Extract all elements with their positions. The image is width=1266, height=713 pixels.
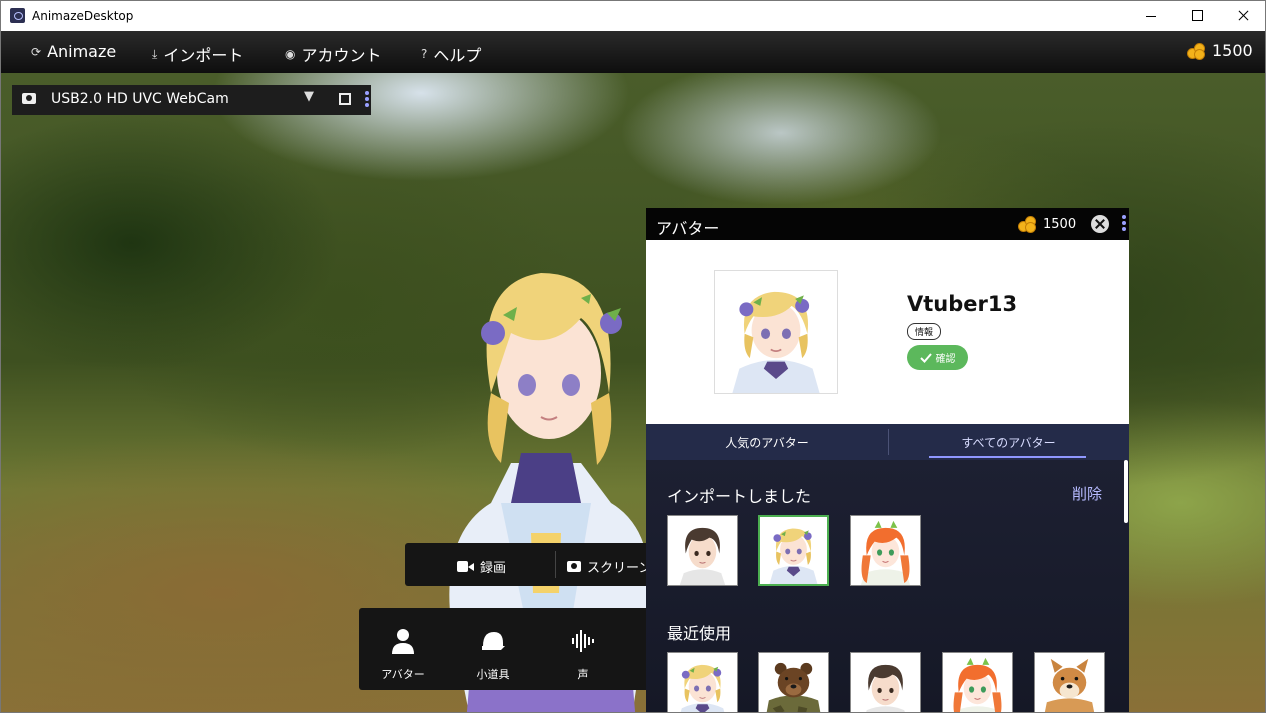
menu-label: インポート — [163, 46, 244, 65]
window-titlebar: AnimazeDesktop — [1, 1, 1265, 31]
coin-count: 1500 — [1043, 216, 1077, 232]
voice-wave-icon — [572, 630, 594, 652]
toolbar-props-button[interactable]: 小道具 — [449, 608, 537, 690]
coin-count: 1500 — [1212, 41, 1253, 60]
record-button[interactable]: 録画 — [457, 557, 506, 576]
confirm-label: 確認 — [935, 354, 956, 365]
menu-help[interactable]: ? ヘルプ — [421, 42, 481, 66]
menu-account[interactable]: ◉ アカウント — [285, 42, 382, 66]
toolbar-label: 小道具 — [476, 668, 510, 681]
shiba-dog-avatar[interactable] — [1034, 652, 1105, 712]
cap-icon — [482, 632, 505, 650]
maximize-button[interactable] — [1174, 1, 1220, 31]
divider — [555, 551, 556, 578]
orange-hair-girl-avatar[interactable] — [942, 652, 1013, 712]
toolbar-label: アバター — [381, 668, 425, 681]
tab-popular-avatars[interactable]: 人気のアバター — [646, 424, 888, 460]
video-camera-icon — [457, 561, 474, 572]
app-window: AnimazeDesktop ⟳ Animaze ⤓ インポート ◉ アカウント… — [0, 0, 1266, 713]
person-icon — [392, 629, 414, 654]
confirm-button[interactable]: 確認 — [907, 345, 968, 370]
menu-animaze[interactable]: ⟳ Animaze — [31, 42, 116, 61]
info-button[interactable]: 情報 — [907, 323, 942, 340]
brown-hair-boy-avatar[interactable] — [850, 652, 921, 712]
blonde-vtuber-avatar[interactable] — [667, 652, 738, 712]
blonde-vtuber-avatar[interactable] — [758, 515, 829, 586]
selected-avatar-preview: Vtuber13 情報 確認 — [646, 240, 1129, 424]
menu-bar: ⟳ Animaze ⤓ インポート ◉ アカウント ? ヘルプ 1500 — [1, 31, 1265, 73]
app-logo-icon — [10, 8, 25, 23]
camera-icon — [22, 93, 36, 104]
coin-balance[interactable]: 1500 — [1187, 41, 1253, 60]
camera-more-options-icon[interactable] — [365, 91, 369, 109]
record-label: 録画 — [480, 561, 507, 576]
imported-section-title: インポートしました — [667, 487, 812, 506]
avatar-list: インポートしました 削除 最近使用 — [646, 460, 1129, 712]
screenshot-button[interactable]: スクリーン — [567, 557, 651, 576]
fullscreen-toggle-icon[interactable] — [339, 93, 351, 105]
brown-hair-boy-avatar[interactable] — [667, 515, 738, 586]
toolbar-label: 声 — [577, 668, 589, 681]
menu-import[interactable]: ⤓ インポート — [152, 42, 243, 66]
camera-device-name: USB2.0 HD UVC WebCam — [51, 91, 229, 107]
active-tab-underline — [929, 456, 1086, 458]
close-panel-button[interactable] — [1091, 215, 1109, 233]
menu-label: Animaze — [47, 42, 117, 61]
delete-button[interactable]: 削除 — [1072, 483, 1102, 504]
panel-coin-balance: 1500 — [1018, 216, 1077, 233]
menu-label: ヘルプ — [433, 46, 482, 65]
bear-avatar[interactable] — [758, 652, 829, 712]
toolbar-voice-button[interactable]: 声 — [539, 608, 627, 690]
camera-icon — [567, 561, 581, 572]
toolbar-avatar-button[interactable]: アバター — [359, 608, 447, 690]
avatar-tabs: 人気のアバター すべてのアバター — [646, 424, 1129, 460]
account-icon: ◉ — [285, 47, 296, 61]
avatar-panel: アバター 1500 Vtuber13 情報 確認 人気のアバター すべてのアバタ… — [646, 208, 1129, 712]
check-icon — [919, 352, 932, 363]
recording-bar: 録画 スクリーン — [405, 543, 665, 586]
coins-icon — [1187, 42, 1206, 60]
help-icon: ? — [421, 47, 428, 61]
selected-avatar-thumbnail — [714, 270, 838, 394]
import-icon: ⤓ — [152, 46, 158, 61]
panel-header: アバター 1500 — [646, 208, 1129, 240]
tab-all-avatars[interactable]: すべてのアバター — [888, 424, 1129, 460]
minimize-button[interactable] — [1128, 1, 1174, 31]
window-title: AnimazeDesktop — [32, 9, 134, 23]
coins-icon — [1018, 216, 1037, 233]
avatar-list-scrollbar[interactable] — [1124, 460, 1128, 523]
close-window-button[interactable] — [1220, 1, 1265, 31]
menu-label: アカウント — [301, 46, 382, 65]
panel-more-options-icon[interactable] — [1122, 215, 1126, 233]
screenshot-label: スクリーン — [587, 561, 652, 576]
avatar-name: Vtuber13 — [907, 292, 1018, 316]
bottom-toolbar: アバター 小道具 声 — [359, 608, 659, 690]
chevron-down-icon[interactable]: ▼ — [304, 89, 314, 104]
orange-hair-girl-avatar[interactable] — [850, 515, 921, 586]
panel-title: アバター — [656, 219, 720, 238]
camera-selector[interactable]: USB2.0 HD UVC WebCam ▼ — [12, 85, 371, 115]
recent-section-title: 最近使用 — [667, 624, 732, 643]
animaze-icon: ⟳ — [31, 44, 42, 59]
